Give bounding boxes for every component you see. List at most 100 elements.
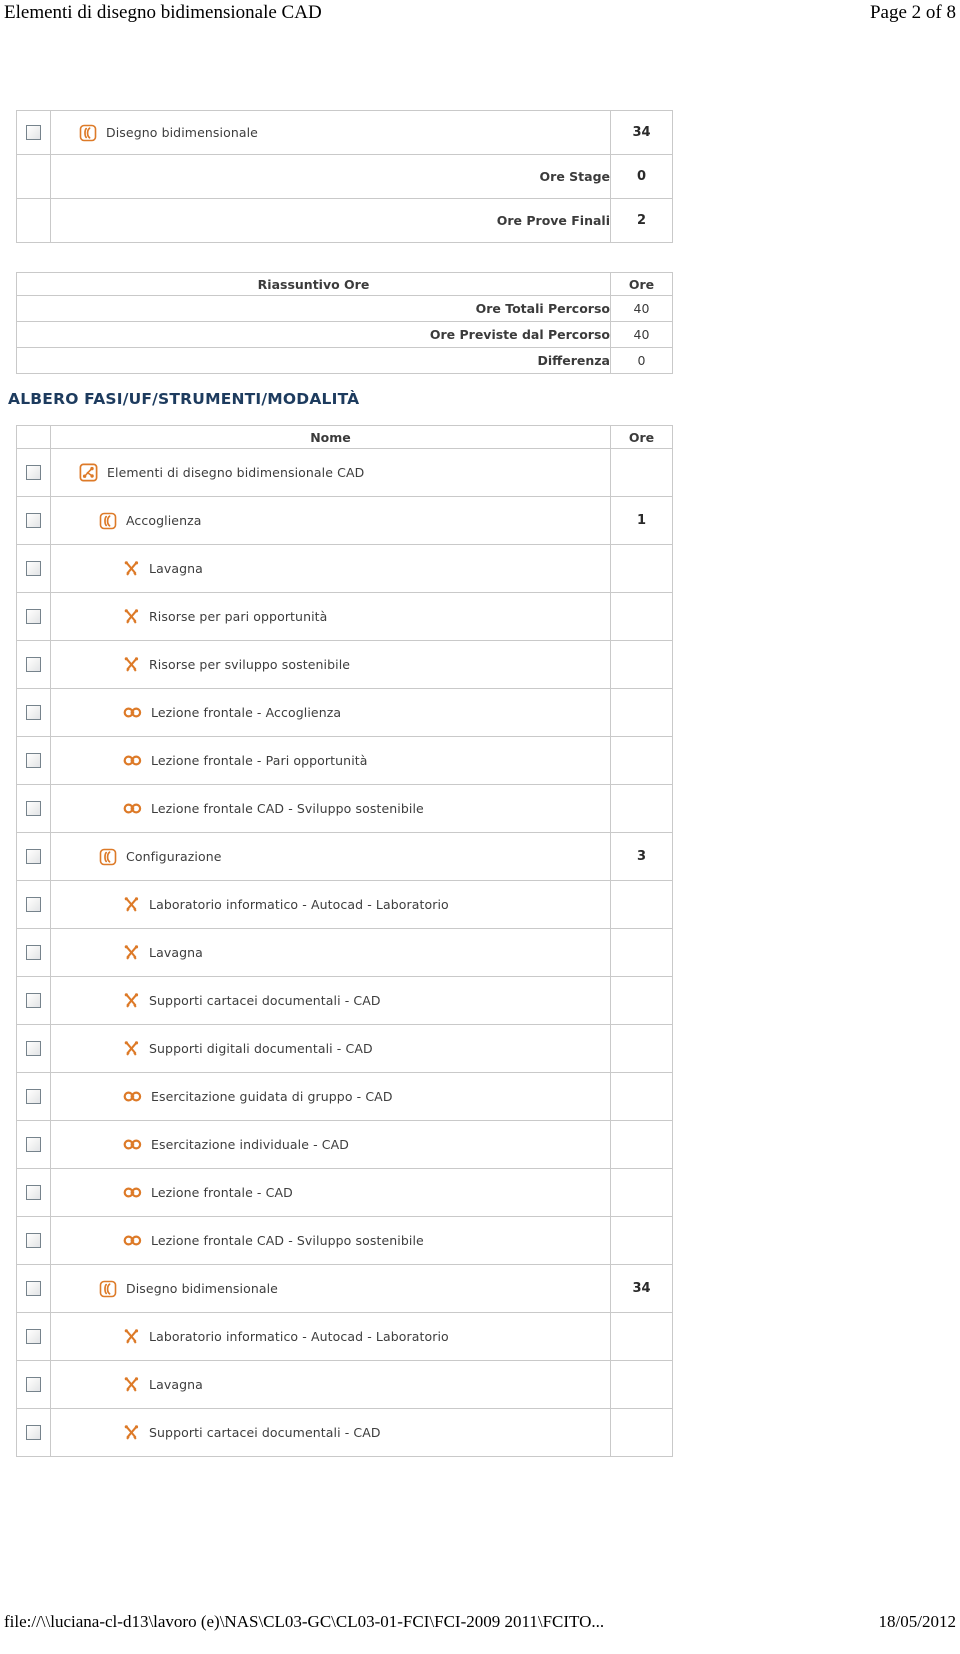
checkbox-cell[interactable] xyxy=(16,640,51,689)
checkbox-cell[interactable] xyxy=(16,1216,51,1265)
row-checkbox[interactable] xyxy=(26,1377,41,1392)
checkbox-cell[interactable] xyxy=(16,592,51,641)
row-checkbox[interactable] xyxy=(26,753,41,768)
row-name-cell: Lezione frontale - Accoglienza xyxy=(50,688,611,737)
row-checkbox[interactable] xyxy=(26,657,41,672)
row-checkbox[interactable] xyxy=(26,609,41,624)
table-row: Esercitazione individuale - CAD xyxy=(16,1120,673,1169)
row-ore-cell xyxy=(610,640,673,689)
checkbox-cell[interactable] xyxy=(16,928,51,977)
albero-body: Elementi di disegno bidimensionale CAD Ac… xyxy=(16,448,673,1457)
checkbox-cell[interactable] xyxy=(16,1120,51,1169)
row-name-cell: Accoglienza xyxy=(50,496,611,545)
row-label: Disegno bidimensionale xyxy=(126,1281,278,1296)
checkbox-cell[interactable] xyxy=(16,736,51,785)
row-checkbox[interactable] xyxy=(26,897,41,912)
row-checkbox[interactable] xyxy=(26,465,41,480)
checkbox-cell[interactable] xyxy=(16,832,51,881)
row-name-cell: Configurazione xyxy=(50,832,611,881)
table-row: Lezione frontale - Pari opportunità xyxy=(16,736,673,785)
table-row: Supporti cartacei documentali - CAD xyxy=(16,976,673,1025)
row-name-cell: Lezione frontale CAD - Sviluppo sostenib… xyxy=(50,1216,611,1265)
checkbox-cell[interactable] xyxy=(16,688,51,737)
row-label: Supporti cartacei documentali - CAD xyxy=(149,993,381,1008)
row-name-cell: Esercitazione individuale - CAD xyxy=(50,1120,611,1169)
checkbox-cell[interactable] xyxy=(16,1312,51,1361)
checkbox-cell[interactable] xyxy=(16,544,51,593)
row-label: Lavagna xyxy=(149,1377,203,1392)
checkbox-cell[interactable] xyxy=(16,1072,51,1121)
row-name-cell: Risorse per pari opportunità xyxy=(50,592,611,641)
row-name-cell: Esercitazione guidata di gruppo - CAD xyxy=(50,1072,611,1121)
row-checkbox[interactable] xyxy=(26,513,41,528)
row-ore-cell xyxy=(610,1168,673,1217)
chainlink-icon xyxy=(123,706,142,719)
checkbox-cell[interactable] xyxy=(16,976,51,1025)
row-name-cell: Disegno bidimensionale xyxy=(50,1264,611,1313)
row-ore-cell xyxy=(610,1360,673,1409)
row-checkbox[interactable] xyxy=(26,1137,41,1152)
row-checkbox[interactable] xyxy=(26,1425,41,1440)
row-checkbox[interactable] xyxy=(26,1281,41,1296)
tools-icon xyxy=(123,1040,140,1057)
table-row: Lavagna xyxy=(16,1360,673,1409)
chainlink-icon xyxy=(123,1090,142,1103)
chainlink-icon xyxy=(123,1234,142,1247)
row-ore-cell xyxy=(610,1120,673,1169)
tools-icon xyxy=(123,656,140,673)
checkbox-cell[interactable] xyxy=(16,1360,51,1409)
print-footer-path: file://\\luciana-cl-d13\lavoro (e)\NAS\C… xyxy=(4,1612,605,1631)
checkbox-cell[interactable] xyxy=(16,1264,51,1313)
row-checkbox[interactable] xyxy=(26,1185,41,1200)
row-checkbox[interactable] xyxy=(26,993,41,1008)
row-label: Lezione frontale CAD - Sviluppo sostenib… xyxy=(151,1233,424,1248)
checkbox-cell[interactable] xyxy=(16,784,51,833)
row-ore-cell xyxy=(610,1216,673,1265)
chainlink-icon xyxy=(123,802,142,815)
table-row: Lezione frontale - CAD xyxy=(16,1168,673,1217)
row-label: Esercitazione guidata di gruppo - CAD xyxy=(151,1089,393,1104)
table-row: Risorse per sviluppo sostenibile xyxy=(16,640,673,689)
row-label: Accoglienza xyxy=(126,513,202,528)
checkbox-cell[interactable] xyxy=(16,448,51,497)
table-row: Supporti cartacei documentali - CAD xyxy=(16,1408,673,1457)
checkbox-cell[interactable] xyxy=(16,1024,51,1073)
row-checkbox[interactable] xyxy=(26,561,41,576)
row-checkbox[interactable] xyxy=(26,849,41,864)
albero-header-checkbox xyxy=(16,425,51,449)
row-checkbox[interactable] xyxy=(26,1041,41,1056)
table-row: Laboratorio informatico - Autocad - Labo… xyxy=(16,1312,673,1361)
row-checkbox[interactable] xyxy=(26,705,41,720)
row-name-cell: Lezione frontale CAD - Sviluppo sostenib… xyxy=(50,784,611,833)
row-checkbox[interactable] xyxy=(26,1329,41,1344)
albero-head: Nome Ore xyxy=(16,425,673,449)
table-row: Esercitazione guidata di gruppo - CAD xyxy=(16,1072,673,1121)
tools-icon xyxy=(123,1328,140,1345)
row-label: Lezione frontale - Pari opportunità xyxy=(151,753,368,768)
row-ore-cell xyxy=(610,544,673,593)
checkbox-cell[interactable] xyxy=(16,496,51,545)
row-label: Laboratorio informatico - Autocad - Labo… xyxy=(149,1329,449,1344)
row-label: Lavagna xyxy=(149,561,203,576)
table-row: Supporti digitali documentali - CAD xyxy=(16,1024,673,1073)
row-ore-cell xyxy=(610,1024,673,1073)
row-checkbox[interactable] xyxy=(26,801,41,816)
row-ore-cell: 3 xyxy=(610,832,673,881)
row-checkbox[interactable] xyxy=(26,945,41,960)
row-name-cell: Supporti digitali documentali - CAD xyxy=(50,1024,611,1073)
checkbox-cell[interactable] xyxy=(16,1408,51,1457)
tools-icon xyxy=(123,608,140,625)
row-checkbox[interactable] xyxy=(26,1089,41,1104)
row-label: Lezione frontale - Accoglienza xyxy=(151,705,342,720)
phase-icon xyxy=(99,512,117,530)
row-name-cell: Supporti cartacei documentali - CAD xyxy=(50,976,611,1025)
checkbox-cell[interactable] xyxy=(16,880,51,929)
row-ore-cell xyxy=(610,1312,673,1361)
albero-header-name: Nome xyxy=(50,425,611,449)
row-name-cell: Supporti cartacei documentali - CAD xyxy=(50,1408,611,1457)
checkbox-cell[interactable] xyxy=(16,1168,51,1217)
row-checkbox[interactable] xyxy=(26,1233,41,1248)
row-ore-cell: 34 xyxy=(610,1264,673,1313)
row-name-cell: Lavagna xyxy=(50,544,611,593)
row-name-cell: Lezione frontale - Pari opportunità xyxy=(50,736,611,785)
